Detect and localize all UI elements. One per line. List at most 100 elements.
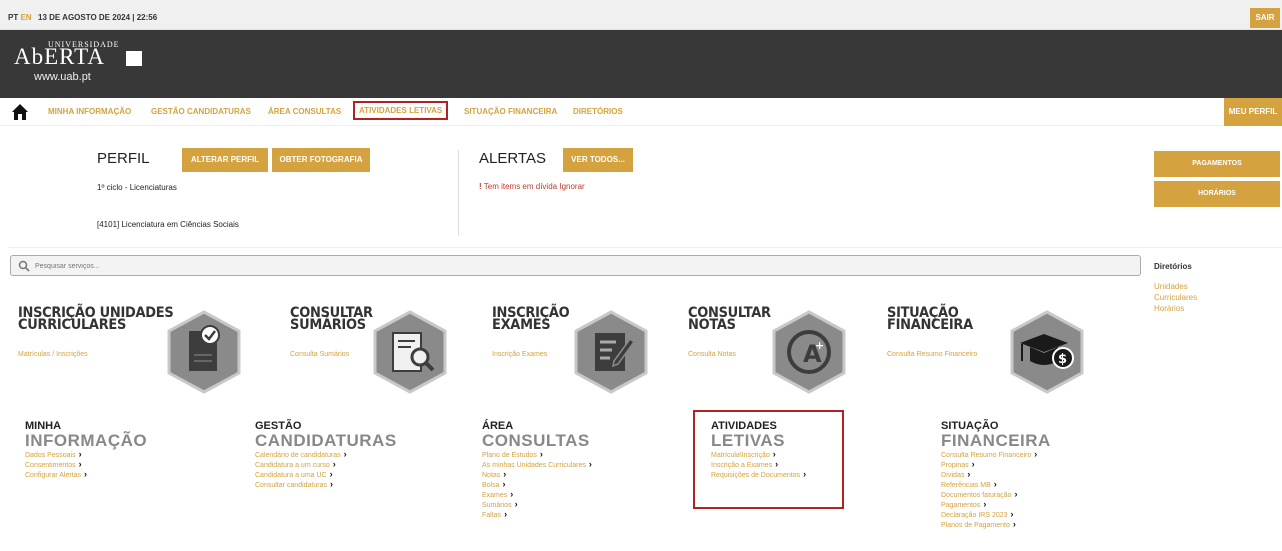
- tile-link[interactable]: Matrículas / Inscrições: [18, 351, 88, 358]
- chevron-right-icon: ›: [775, 459, 779, 469]
- menu-link[interactable]: Referências MB ›: [941, 480, 1051, 490]
- document-check-icon[interactable]: [165, 309, 243, 395]
- menu-heading-big: INFORMAÇÃO: [25, 431, 148, 450]
- tile-link[interactable]: Consulta Resumo Financeiro: [887, 351, 977, 358]
- profile-title: PERFIL: [97, 150, 150, 167]
- menu-heading-big: FINANCEIRA: [941, 431, 1051, 450]
- menu-link[interactable]: Pagamentos ›: [941, 500, 1051, 510]
- menu-link[interactable]: Matrícula\Inscrição ›: [711, 450, 806, 460]
- logout-button[interactable]: SAIR: [1250, 8, 1280, 28]
- svg-text:$: $: [1058, 352, 1067, 367]
- exam-edit-icon[interactable]: [572, 309, 650, 395]
- chevron-right-icon: ›: [1014, 489, 1018, 499]
- menu-link[interactable]: Propinas ›: [941, 460, 1051, 470]
- menu-atividades-letivas: ATIVIDADES LETIVAS Matrícula\Inscrição › …: [711, 420, 806, 480]
- chevron-right-icon: ›: [510, 489, 514, 499]
- lang-en[interactable]: EN: [20, 13, 31, 22]
- graduation-money-icon[interactable]: $: [1008, 309, 1086, 395]
- menu-link[interactable]: Dados Pessoais ›: [25, 450, 147, 460]
- chevron-right-icon: ›: [503, 469, 507, 479]
- menu-link[interactable]: Consulta Resumo Financeiro ›: [941, 450, 1051, 460]
- top-bar: PT EN 13 DE AGOSTO DE 2024 | 22:56 SAIR: [0, 0, 1282, 30]
- menu-heading-big: LETIVAS: [711, 431, 786, 450]
- chevron-right-icon: ›: [84, 469, 88, 479]
- tile-title-line2: FINANCEIRA: [887, 316, 973, 334]
- chevron-right-icon: ›: [983, 499, 987, 509]
- tile-link[interactable]: Consulta Notas: [688, 351, 736, 358]
- svg-text:+: +: [815, 339, 824, 352]
- search-icon: [18, 260, 30, 272]
- menu-link[interactable]: Calendário de candidaturas ›: [255, 450, 397, 460]
- menu-situacao-financeira: SITUAÇÃO FINANCEIRA Consulta Resumo Fina…: [941, 420, 1051, 530]
- nav-gestao-candidaturas[interactable]: GESTÃO CANDIDATURAS: [151, 107, 251, 116]
- directory-link-curriculares[interactable]: Curriculares: [1154, 293, 1197, 302]
- menu-link[interactable]: Planos de Pagamento ›: [941, 520, 1051, 530]
- menu-link[interactable]: Declaração IRS 2023 ›: [941, 510, 1051, 520]
- logo-name: AbERTA: [14, 44, 105, 69]
- menu-link[interactable]: Candidatura a um curso ›: [255, 460, 397, 470]
- menu-link[interactable]: Plano de Estudos ›: [482, 450, 592, 460]
- chevron-right-icon: ›: [1034, 449, 1038, 459]
- menu-area-consultas: ÁREA CONSULTAS Plano de Estudos › As minh…: [482, 420, 592, 520]
- nav-diretorios[interactable]: DIRETÓRIOS: [573, 107, 623, 116]
- search-input[interactable]: [35, 259, 1125, 273]
- tile-link[interactable]: Inscrição Exames: [492, 351, 547, 358]
- directory-link-unidades[interactable]: Unidades: [1154, 282, 1188, 291]
- chevron-right-icon: ›: [1010, 509, 1014, 519]
- alert-message: Tem items em dívida: [483, 182, 558, 191]
- menu-link[interactable]: Notas ›: [482, 470, 592, 480]
- chevron-right-icon: ›: [967, 469, 971, 479]
- profile-cycle: 1º ciclo - Licenciaturas: [97, 183, 177, 192]
- payments-button[interactable]: PAGAMENTOS: [1154, 151, 1280, 177]
- directory-link-horarios[interactable]: Horários: [1154, 304, 1184, 313]
- change-profile-button[interactable]: ALTERAR PERFIL: [182, 148, 268, 172]
- search-bar: [10, 255, 1141, 276]
- menu-link[interactable]: Requisições de Documentos ›: [711, 470, 806, 480]
- menu-link[interactable]: Bolsa ›: [482, 480, 592, 490]
- warning-icon: !: [479, 182, 482, 191]
- lang-pt[interactable]: PT: [8, 13, 18, 22]
- get-photo-button[interactable]: OBTER FOTOGRAFIA: [272, 148, 370, 172]
- document-search-icon[interactable]: [371, 309, 449, 395]
- menu-link[interactable]: Consultar candidaturas ›: [255, 480, 397, 490]
- see-all-alerts-button[interactable]: VER TODOS...: [563, 148, 633, 172]
- nav-minha-informacao[interactable]: MINHA INFORMAÇÃO: [48, 107, 131, 116]
- chevron-right-icon: ›: [330, 479, 333, 489]
- menu-link[interactable]: As minhas Unidades Curriculares ›: [482, 460, 592, 470]
- menu-link[interactable]: Documentos faturação ›: [941, 490, 1051, 500]
- menu-link[interactable]: Exames ›: [482, 490, 592, 500]
- menu-gestao-candidaturas: GESTÃO CANDIDATURAS Calendário de candid…: [255, 420, 397, 490]
- horizontal-divider: [8, 247, 1282, 248]
- nav-area-consultas[interactable]: ÁREA CONSULTAS: [268, 107, 341, 116]
- tile-title: INSCRIÇÃO EXAMES: [492, 306, 570, 332]
- my-profile-button[interactable]: MEU PERFIL: [1224, 98, 1282, 126]
- menu-link[interactable]: Candidatura a uma UC ›: [255, 470, 397, 480]
- nav-situacao-financeira[interactable]: SITUAÇÃO FINANCEIRA: [464, 107, 557, 116]
- menu-link[interactable]: Sumários ›: [482, 500, 592, 510]
- alert-debt: ! Tem items em dívida Ignorar: [479, 182, 585, 191]
- chevron-right-icon: ›: [803, 469, 807, 479]
- tile-link[interactable]: Consulta Sumários: [290, 351, 349, 358]
- tile-title: CONSULTAR SUMÁRIOS: [290, 306, 373, 332]
- menu-link[interactable]: Configurar Alertas ›: [25, 470, 147, 480]
- menu-link[interactable]: Faltas ›: [482, 510, 592, 520]
- section-divider: [458, 150, 459, 236]
- chevron-right-icon: ›: [588, 459, 592, 469]
- chevron-right-icon: ›: [78, 459, 82, 469]
- menu-link[interactable]: Inscrição a Exames ›: [711, 460, 806, 470]
- tile-title: SITUAÇÃO FINANCEIRA: [887, 306, 973, 334]
- grade-icon[interactable]: A +: [770, 309, 848, 395]
- profile-course: [4101] Licenciatura em Ciências Sociais: [97, 220, 239, 229]
- language-switch: PT EN: [8, 13, 32, 22]
- chevron-right-icon: ›: [993, 479, 997, 489]
- chevron-right-icon: ›: [514, 499, 518, 509]
- home-icon[interactable]: [11, 103, 29, 121]
- schedules-button[interactable]: HORÁRIOS: [1154, 181, 1280, 207]
- chevron-right-icon: ›: [78, 449, 82, 459]
- menu-minha-informacao: MINHA INFORMAÇÃO Dados Pessoais › Consent…: [25, 420, 147, 480]
- alert-ignore-link[interactable]: Ignorar: [559, 182, 584, 191]
- tile-title: INSCRIÇÃO UNIDADES CURRICULARES: [18, 306, 174, 332]
- chevron-right-icon: ›: [971, 459, 975, 469]
- chevron-right-icon: ›: [1012, 519, 1016, 529]
- nav-atividades-letivas[interactable]: ATIVIDADES LETIVAS: [353, 101, 449, 120]
